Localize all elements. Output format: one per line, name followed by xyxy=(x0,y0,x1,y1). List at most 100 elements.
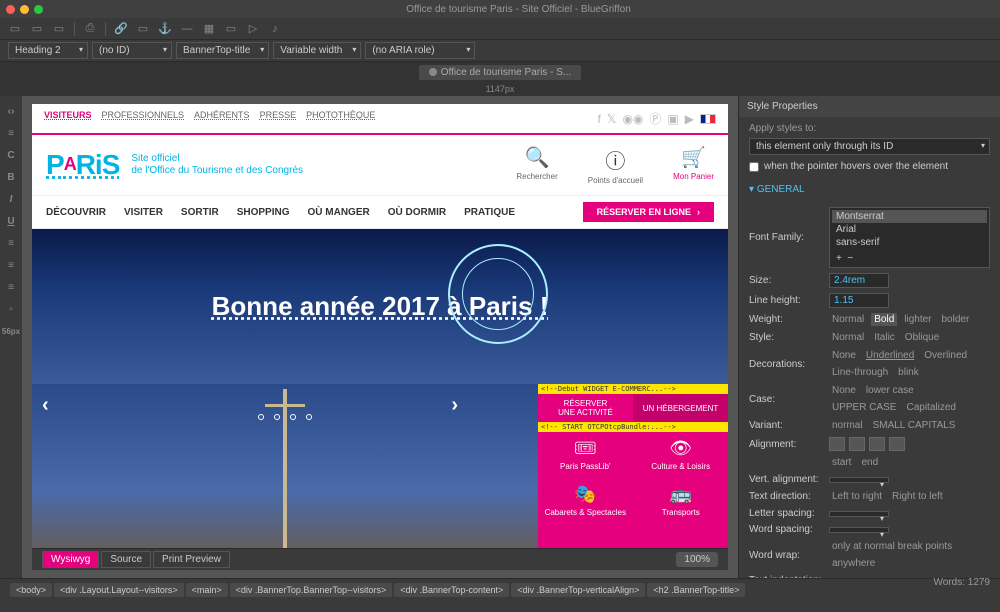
breadcrumb-item[interactable]: <div .BannerTop-verticalAlign> xyxy=(511,583,645,597)
dot[interactable] xyxy=(290,414,296,420)
nav-item[interactable]: OÙ DORMIR xyxy=(388,207,446,218)
dot[interactable] xyxy=(258,414,264,420)
video-icon[interactable]: ▷ xyxy=(246,22,260,36)
nav-item[interactable]: DÉCOUVRIR xyxy=(46,207,106,218)
preview-button[interactable]: Print Preview xyxy=(153,551,230,568)
widget-tab-lodging[interactable]: UN HÉBERGEMENT xyxy=(633,394,728,422)
form-icon[interactable]: ▭ xyxy=(224,22,238,36)
pinterest-icon[interactable]: Ⓟ xyxy=(649,110,661,127)
aria-dropdown[interactable]: (no ARIA role) xyxy=(365,42,475,59)
list-icon[interactable]: ≡ xyxy=(4,280,18,294)
nav-link[interactable]: PRESSE xyxy=(260,110,297,127)
element-dropdown[interactable]: Heading 2 xyxy=(8,42,88,59)
hover-checkbox[interactable]: when the pointer hovers over the element xyxy=(749,161,990,172)
editor-viewport[interactable]: VISITEURS PROFESSIONNELS ADHÉRENTS PRESS… xyxy=(22,96,738,578)
breadcrumb-item[interactable]: <main> xyxy=(186,583,228,597)
align-right-icon[interactable] xyxy=(869,437,885,451)
widget-cell[interactable]: 🎟Paris PassLib' xyxy=(538,432,633,477)
source-button[interactable]: Source xyxy=(101,551,151,568)
widget-cell[interactable]: 👁Culture & Loisirs xyxy=(634,432,729,477)
apply-label: Apply styles to: xyxy=(749,123,990,134)
align-justify-icon[interactable] xyxy=(889,437,905,451)
youtube-icon[interactable]: ▶ xyxy=(685,112,694,126)
maximize-icon[interactable] xyxy=(34,5,43,14)
next-arrow-icon[interactable]: › xyxy=(451,394,458,417)
font-list[interactable]: MontserratArialsans-serif + − xyxy=(829,207,990,268)
instagram-icon[interactable]: ▣ xyxy=(667,112,678,126)
save-icon[interactable]: ▭ xyxy=(52,22,66,36)
align-left-icon[interactable] xyxy=(829,437,845,451)
word-count: Words: 1279 xyxy=(933,577,990,588)
zoom-level[interactable]: 100% xyxy=(676,552,718,567)
audio-icon[interactable]: ♪ xyxy=(268,22,282,36)
nav-item[interactable]: VISITER xyxy=(124,207,163,218)
valign-select[interactable] xyxy=(829,477,889,483)
nav-item[interactable]: PRATIQUE xyxy=(464,207,515,218)
list-icon[interactable]: ≡ xyxy=(4,236,18,250)
breadcrumb: <body> <div .Layout.Layout--visitors> <m… xyxy=(0,578,1000,600)
nav-item[interactable]: SHOPPING xyxy=(237,207,290,218)
document-tab[interactable]: Office de tourisme Paris - S... xyxy=(419,65,581,80)
minimize-icon[interactable] xyxy=(20,5,29,14)
logo[interactable]: PARiS xyxy=(46,149,119,181)
tool-icon[interactable]: ‹› xyxy=(4,104,18,118)
facebook-icon[interactable]: f xyxy=(597,112,600,126)
tagline: Site officielde l'Office du Tourisme et … xyxy=(131,153,303,177)
italic-icon[interactable]: I xyxy=(4,192,18,206)
widget-cell[interactable]: 🎭Cabarets & Spectacles xyxy=(538,478,633,523)
list-icon[interactable]: ≡ xyxy=(4,258,18,272)
widget-cell[interactable]: 🚌Transports xyxy=(634,478,729,523)
nav-item[interactable]: SORTIR xyxy=(181,207,219,218)
search-button[interactable]: 🔍Rechercher xyxy=(516,145,557,185)
tool-icon[interactable]: C xyxy=(4,148,18,162)
width-dropdown[interactable]: Variable width xyxy=(273,42,361,59)
breadcrumb-item[interactable]: <div .BannerTop.BannerTop--visitors> xyxy=(230,583,393,597)
twitter-icon[interactable]: 𝕏 xyxy=(607,112,617,126)
tool-icon[interactable]: ▫ xyxy=(4,302,18,316)
hr-icon[interactable]: — xyxy=(180,22,194,36)
letter-spacing-input[interactable] xyxy=(829,511,889,517)
reserve-button[interactable]: RÉSERVER EN LIGNE› xyxy=(583,202,714,222)
breadcrumb-item[interactable]: <h2 .BannerTop-title> xyxy=(647,583,745,597)
indent-input[interactable] xyxy=(829,578,889,579)
print-icon[interactable]: ⎙ xyxy=(83,22,97,36)
wysiwyg-button[interactable]: Wysiwyg xyxy=(42,551,99,568)
new-icon[interactable]: ▭ xyxy=(8,22,22,36)
underline-icon[interactable]: U xyxy=(4,214,18,228)
tripadvisor-icon[interactable]: ◉◉ xyxy=(622,112,643,126)
anchor-icon[interactable]: ⚓ xyxy=(158,22,172,36)
class-dropdown[interactable]: BannerTop-title xyxy=(176,42,269,59)
format-dropdowns: Heading 2 (no ID) BannerTop-title Variab… xyxy=(0,40,1000,62)
align-center-icon[interactable] xyxy=(849,437,865,451)
widget-tab-activity[interactable]: RÉSERVER UNE ACTIVITÉ xyxy=(538,394,633,422)
dot[interactable] xyxy=(274,414,280,420)
eiffel-graphic xyxy=(283,389,287,548)
flag-icon[interactable] xyxy=(700,114,716,124)
section-general[interactable]: ▾ GENERAL xyxy=(749,184,990,195)
close-icon[interactable] xyxy=(6,5,15,14)
tool-icon[interactable]: ≡ xyxy=(4,126,18,140)
link-icon[interactable]: 🔗 xyxy=(114,22,128,36)
nav-item[interactable]: OÙ MANGER xyxy=(308,207,370,218)
word-spacing-input[interactable] xyxy=(829,527,889,533)
carousel: ‹ › xyxy=(32,384,538,548)
bold-icon[interactable]: B xyxy=(4,170,18,184)
nav-link[interactable]: VISITEURS xyxy=(44,110,92,127)
dot[interactable] xyxy=(306,414,312,420)
nav-link[interactable]: ADHÉRENTS xyxy=(194,110,250,127)
open-icon[interactable]: ▭ xyxy=(30,22,44,36)
nav-link[interactable]: PHOTOTHÈQUE xyxy=(306,110,375,127)
breadcrumb-item[interactable]: <div .BannerTop-content> xyxy=(394,583,509,597)
nav-link[interactable]: PROFESSIONNELS xyxy=(102,110,185,127)
lineheight-input[interactable] xyxy=(829,293,889,308)
breadcrumb-item[interactable]: <div .Layout.Layout--visitors> xyxy=(54,583,184,597)
id-dropdown[interactable]: (no ID) xyxy=(92,42,172,59)
prev-arrow-icon[interactable]: ‹ xyxy=(42,394,49,417)
size-input[interactable] xyxy=(829,273,889,288)
image-icon[interactable]: ▭ xyxy=(136,22,150,36)
info-button[interactable]: ⓘPoints d'accueil xyxy=(588,145,643,185)
apply-select[interactable]: this element only through its ID xyxy=(749,138,990,155)
cart-button[interactable]: 🛒Mon Panier xyxy=(673,145,714,185)
table-icon[interactable]: ▦ xyxy=(202,22,216,36)
breadcrumb-item[interactable]: <body> xyxy=(10,583,52,597)
